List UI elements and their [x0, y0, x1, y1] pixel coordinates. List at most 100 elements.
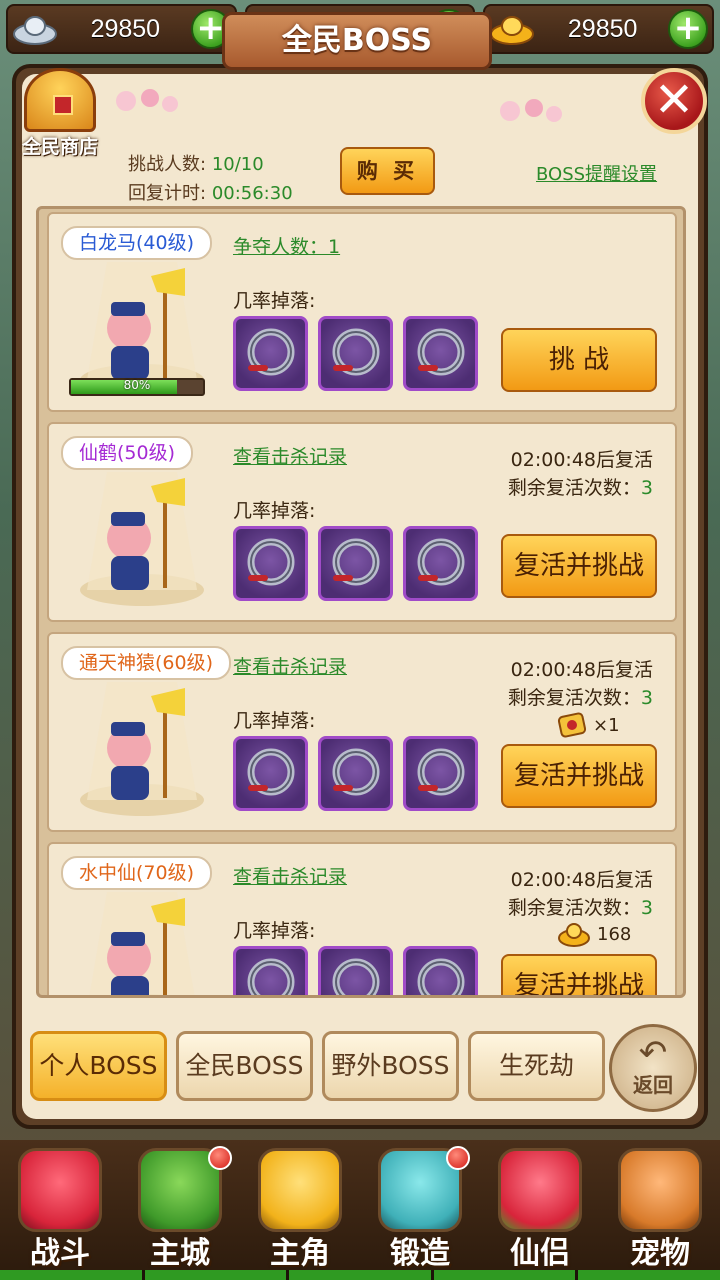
drop-item[interactable] [233, 526, 308, 601]
drop-label: 几率掉落: [233, 290, 316, 312]
revive-count-label: 剩余复活次数： [507, 897, 641, 919]
revive-info: 02:00:48后复活 剩余复活次数：3 [508, 446, 653, 502]
boss-card: 仙鹤(50级) 查看击杀记录 02:00:48后复活 剩余复活次数：3 几率掉落… [47, 422, 677, 622]
drop-label: 几率掉落: [233, 710, 316, 732]
nav-partner[interactable]: 仙侣 [480, 1140, 600, 1280]
back-arrow-icon: ↶ [638, 1033, 668, 1073]
challenge-button[interactable]: 挑 战 [501, 328, 657, 392]
drop-item[interactable] [403, 316, 478, 391]
drop-item[interactable] [403, 526, 478, 601]
bracelet-icon [417, 958, 465, 995]
bracelet-icon [332, 958, 380, 995]
boss-hp-text: 80% [123, 378, 151, 392]
revive-count-label: 剩余复活次数： [507, 477, 641, 499]
revive-challenge-button[interactable]: 复活并挑战 [501, 534, 657, 598]
kill-record-link[interactable]: 查看击杀记录 [233, 652, 347, 679]
boss-remind-settings-link[interactable]: BOSS提醒设置 [536, 160, 657, 186]
blossom-right-icon [500, 99, 562, 122]
kill-record-link[interactable]: 查看击杀记录 [233, 442, 347, 469]
fighter-icon [18, 1148, 102, 1232]
drop-item[interactable] [233, 946, 308, 995]
blossom-left-icon [116, 89, 178, 112]
nav-label: 主角 [270, 1236, 330, 1271]
revive-challenge-button[interactable]: 复活并挑战 [501, 744, 657, 808]
gold-ingot-icon [558, 923, 590, 947]
bound-gold-value: 29850 [567, 14, 638, 43]
bottom-progress-strip [0, 1270, 720, 1280]
boss-name: 白龙马(40级) [61, 226, 213, 260]
challenge-label: 挑战人数: [128, 154, 207, 175]
shop-button[interactable]: 全民商店 [10, 68, 110, 158]
tab-life-death[interactable]: 生死劫 [468, 1031, 605, 1101]
revive-time: 02:00:48后复活 [510, 869, 653, 891]
drop-label: 几率掉落: [233, 920, 316, 942]
kill-record-link[interactable]: 查看击杀记录 [233, 862, 347, 889]
drop-item[interactable] [318, 316, 393, 391]
bracelet-icon [332, 328, 380, 376]
nav-battle[interactable]: 战斗 [0, 1140, 120, 1280]
silver-value: 29850 [90, 14, 161, 43]
bracelet-icon [332, 748, 380, 796]
nav-label: 仙侣 [510, 1236, 570, 1271]
bracelet-icon [332, 538, 380, 586]
revive-info: 02:00:48后复活 剩余复活次数：3 [508, 656, 653, 712]
buy-button[interactable]: 购 买 [340, 147, 435, 195]
revive-cost: ×1 [557, 710, 620, 740]
boss-portrait [80, 472, 204, 606]
shop-icon [24, 68, 96, 132]
drop-items [233, 526, 478, 601]
nav-label: 战斗 [30, 1236, 90, 1271]
nav-hero[interactable]: 主角 [240, 1140, 360, 1280]
challenge-value: 10/10 [211, 154, 264, 175]
close-icon: ✕ [653, 72, 695, 128]
revive-count-label: 剩余复活次数： [507, 687, 641, 709]
notification-dot [208, 1146, 232, 1170]
bracelet-icon [417, 538, 465, 586]
notification-dot [446, 1146, 470, 1170]
challenge-info: 挑战人数: 10/10 回复计时: 00:56:30 [128, 150, 293, 208]
revive-time: 02:00:48后复活 [510, 449, 653, 471]
revive-info: 02:00:48后复活 剩余复活次数：3 [508, 866, 653, 922]
drop-item[interactable] [403, 946, 478, 995]
nav-forge[interactable]: 锻造 [360, 1140, 480, 1280]
recover-timer: 00:56:30 [211, 183, 293, 204]
tab-personal-boss[interactable]: 个人BOSS [30, 1031, 167, 1101]
revive-token-icon [557, 712, 587, 738]
boss-portrait [80, 682, 204, 816]
tab-field-boss[interactable]: 野外BOSS [322, 1031, 459, 1101]
gold-ingot-icon [487, 9, 537, 49]
tab-world-boss[interactable]: 全民BOSS [176, 1031, 313, 1101]
revive-challenge-button[interactable]: 复活并挑战 [501, 954, 657, 995]
drop-item[interactable] [233, 736, 308, 811]
revive-count: 3 [640, 897, 653, 919]
back-button[interactable]: ↶ 返回 [609, 1024, 697, 1112]
boss-card: 通天神猿(60级) 查看击杀记录 02:00:48后复活 剩余复活次数：3 ×1… [47, 632, 677, 832]
shop-label: 全民商店 [21, 136, 98, 158]
boss-name: 通天神猿(60级) [61, 646, 232, 680]
close-button[interactable]: ✕ [641, 68, 707, 134]
drop-item[interactable] [233, 316, 308, 391]
back-label: 返回 [633, 1073, 673, 1097]
recover-label: 回复计时: [128, 183, 207, 204]
bracelet-icon [417, 748, 465, 796]
nav-pet[interactable]: 宠物 [600, 1140, 720, 1280]
bracelet-icon [247, 328, 295, 376]
revive-count: 3 [640, 687, 653, 709]
panel-title: 全民BOSS [222, 12, 492, 70]
boss-list[interactable]: 白龙马(40级) 80% 争夺人数：1 几率掉落: 挑 战 仙鹤(50级) 查看… [36, 206, 686, 998]
boss-card: 白龙马(40级) 80% 争夺人数：1 几率掉落: 挑 战 [47, 212, 677, 412]
bracelet-icon [247, 958, 295, 995]
contest-count-link[interactable]: 争夺人数：1 [233, 232, 340, 259]
drop-item[interactable] [318, 946, 393, 995]
drop-item[interactable] [403, 736, 478, 811]
add-bound-gold-button[interactable]: + [668, 9, 709, 49]
bottom-nav: 战斗 主城 主角 锻造 仙侣 宠物 [0, 1140, 720, 1280]
revive-time: 02:00:48后复活 [510, 659, 653, 681]
boss-name: 水中仙(70级) [61, 856, 213, 890]
drop-item[interactable] [318, 736, 393, 811]
drop-item[interactable] [318, 526, 393, 601]
revive-cost: 168 [557, 920, 631, 948]
monkey-icon [618, 1148, 702, 1232]
nav-city[interactable]: 主城 [120, 1140, 240, 1280]
heart-icon [498, 1148, 582, 1232]
